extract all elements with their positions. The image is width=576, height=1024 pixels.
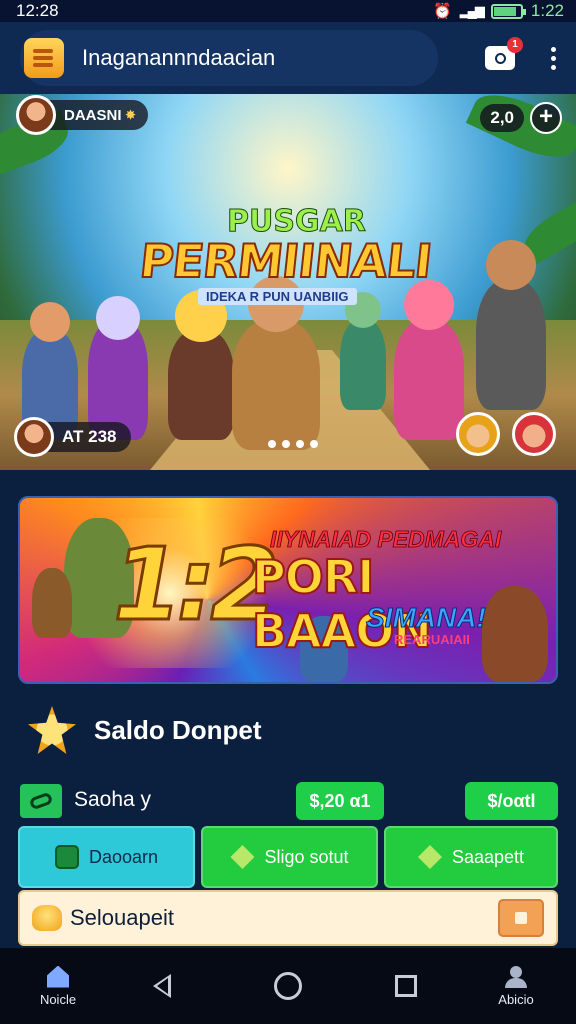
secondary-label: Selouapeit — [70, 905, 174, 930]
counter-chip: 2,0 + — [480, 102, 562, 134]
carousel-dot[interactable] — [268, 440, 276, 448]
app-title-pill[interactable]: Inaganannndaacian — [20, 30, 438, 86]
battery-icon — [490, 3, 526, 19]
player-chip[interactable]: DAASNI ✸ — [16, 95, 148, 135]
add-button[interactable]: + — [530, 102, 562, 134]
more-options-icon[interactable] — [545, 43, 562, 74]
balance-row: Saoha y $,20 α1 $/oαtl — [18, 782, 558, 820]
score-chip: AT 238 — [14, 417, 131, 457]
hero-title: PERMIINALI — [136, 233, 435, 289]
action-button-3[interactable]: Saaapett — [384, 826, 558, 888]
gem-icon — [230, 845, 255, 869]
status-time: 12:28 — [16, 1, 59, 20]
nav-home-label: Noicle — [39, 991, 77, 1007]
hero-character — [476, 240, 546, 410]
nav-home-system[interactable] — [266, 948, 310, 1024]
user-icon — [504, 965, 528, 988]
bottom-navigation: Noicle Abicio — [0, 948, 576, 1024]
carousel-dots[interactable] — [268, 440, 318, 448]
nav-recents[interactable] — [384, 948, 428, 1024]
app-title: Inaganannndaacian — [82, 45, 276, 70]
promo-subtitle: SIMANA! — [366, 602, 487, 634]
wallet-title: Saldo Donpet — [94, 714, 262, 745]
nav-back[interactable] — [140, 948, 184, 1024]
action-label-2: Sligo sotut — [264, 846, 349, 867]
hero-character — [394, 280, 464, 440]
status-bar: 12:28 ⏰ ▂▄▆ 1:22 — [0, 0, 576, 22]
home-icon — [47, 965, 69, 988]
action-row: Daooarn Sligo sotut Saaapett — [18, 826, 558, 888]
friend-avatar[interactable] — [456, 412, 500, 456]
nav-profile-label: Abicio — [498, 991, 534, 1007]
balance-value-secondary[interactable]: $/oαtl — [465, 782, 558, 820]
gem-icon — [417, 845, 442, 869]
hero-banner[interactable]: PUSGAR PERMIINALI IDEKA R PUN UANBIIG DA… — [0, 94, 576, 470]
recents-icon — [395, 975, 417, 997]
hero-character — [340, 292, 386, 410]
signal-icon: ▂▄▆ — [459, 3, 485, 18]
promo-character — [32, 568, 72, 638]
nav-profile[interactable]: Abicio — [488, 948, 544, 1024]
arrow-icon — [515, 912, 527, 924]
camera-notification-button[interactable]: 1 — [485, 37, 523, 70]
secondary-action-button[interactable] — [498, 899, 544, 937]
deposit-icon — [54, 845, 79, 869]
balance-label: Saoha y — [74, 788, 152, 811]
status-icons: ⏰ ▂▄▆ 1:22 — [433, 1, 564, 21]
coin-bag-icon — [32, 905, 62, 931]
score-value: AT 238 — [62, 427, 117, 446]
player-name: DAASNI — [64, 106, 122, 124]
nav-home[interactable]: Noicle — [30, 948, 86, 1024]
action-button-2[interactable]: Sligo sotut — [201, 826, 378, 888]
secondary-row[interactable]: Selouapeit — [18, 890, 558, 946]
friend-avatar[interactable] — [512, 412, 556, 456]
deposit-label: Daooarn — [88, 846, 159, 867]
wallet-icon — [20, 784, 62, 818]
carousel-dot[interactable] — [282, 440, 290, 448]
star-icon — [28, 706, 76, 754]
settings-icon: ✸ — [125, 108, 136, 122]
avatar — [14, 417, 54, 457]
hero-subtitle: IDEKA R PUN UANBIIG — [198, 288, 357, 305]
promo-headline: IIYNAIAD PEDMAGAI — [270, 526, 502, 553]
hero-character — [168, 290, 234, 440]
wallet-header: Saldo Donpet — [28, 706, 262, 754]
app-bar: Inaganannndaacian 1 — [0, 22, 576, 94]
carousel-dot[interactable] — [296, 440, 304, 448]
deposit-button[interactable]: Daooarn — [18, 826, 195, 888]
avatar — [16, 95, 56, 135]
alarm-icon: ⏰ — [433, 3, 452, 20]
action-label-3: Saaapett — [451, 846, 525, 867]
promo-caption: REARUAIAII — [394, 632, 470, 647]
app-logo-icon — [24, 38, 64, 78]
home-circle-icon — [274, 972, 302, 1000]
hero-character — [232, 276, 320, 450]
camera-icon — [494, 52, 506, 64]
notification-badge: 1 — [507, 37, 523, 53]
balance-value[interactable]: $,20 α1 — [296, 782, 384, 820]
carousel-dot[interactable] — [310, 440, 318, 448]
back-icon — [153, 974, 171, 998]
counter-value: 2,0 — [480, 104, 524, 132]
promo-banner[interactable]: 1:2 IIYNAIAD PEDMAGAI PORI BAAON SIMANA!… — [18, 496, 558, 684]
status-clock: 1:22 — [530, 1, 564, 20]
